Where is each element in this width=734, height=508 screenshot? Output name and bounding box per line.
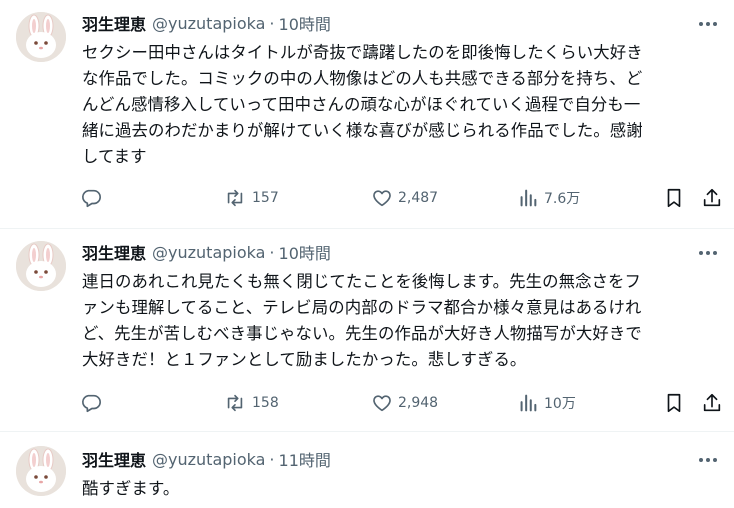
views-count: 7.6万 — [544, 191, 581, 207]
tweet-timestamp[interactable]: 10時間 — [279, 240, 331, 264]
author-handle[interactable]: @yuzutapioka — [152, 14, 265, 33]
tweet-actions: 157 2,487 7.6万 — [80, 186, 725, 210]
retweet-button[interactable]: 157 — [223, 186, 279, 210]
views-button[interactable]: 7.6万 — [517, 186, 580, 210]
like-button[interactable]: 2,948 — [371, 391, 438, 415]
reply-button[interactable] — [80, 186, 102, 210]
like-count: 2,948 — [398, 395, 439, 411]
retweet-icon — [223, 392, 247, 414]
views-icon — [517, 187, 539, 209]
author-name[interactable]: 羽生理恵 — [82, 240, 146, 264]
retweet-button[interactable]: 158 — [223, 391, 279, 415]
tweet-timestamp[interactable]: 10時間 — [279, 11, 331, 35]
tweet-text: セクシー田中さんはタイトルが奇抜で躊躇したのを即後悔したくらい大好き な作品でし… — [82, 40, 722, 170]
author-handle[interactable]: @yuzutapioka — [152, 450, 265, 469]
tweet-actions: 158 2,948 10万 — [80, 391, 725, 415]
like-count: 2,487 — [398, 190, 439, 206]
reply-button[interactable] — [80, 391, 102, 415]
more-dots-icon[interactable] — [696, 241, 720, 265]
separator-dot: · — [269, 449, 275, 469]
views-count: 10万 — [544, 396, 576, 412]
avatar[interactable] — [16, 12, 66, 62]
reply-icon — [80, 187, 102, 209]
tweet[interactable]: 羽生理恵 @yuzutapioka · 10時間 連日のあれこれ見たくも無く閉じ… — [0, 229, 734, 429]
retweet-count: 157 — [252, 190, 279, 206]
more-dots-icon[interactable] — [696, 12, 720, 36]
tweet-text-line: セクシー田中さんはタイトルが奇抜で躊躇したのを即後悔したくらい大好き — [82, 43, 643, 62]
tweet-timestamp[interactable]: 11時間 — [279, 447, 331, 471]
tweet-text-line: 連日のあれこれ見たくも無く閉じてたことを後悔します。先生の無念さをフ — [82, 272, 642, 291]
bookmark-icon — [663, 187, 685, 209]
share-icon — [701, 392, 723, 414]
share-button[interactable] — [701, 186, 723, 210]
bookmark-icon — [663, 392, 685, 414]
like-button[interactable]: 2,487 — [371, 186, 438, 210]
tweet-text-line: 緒に過去のわだかまりが解けていく様な喜びが感じられる作品でした。感謝 — [82, 121, 643, 140]
tweet-text-line: ァンも理解してること、テレビ局の内部のドラマ都合か様々意見はあるけれ — [82, 298, 642, 317]
heart-icon — [371, 392, 393, 414]
tweet-text-line: んどん感情移入していって田中さんの頑な心がほぐれていく過程で自分も一 — [82, 95, 641, 114]
author-name[interactable]: 羽生理恵 — [82, 11, 146, 35]
tweet-text-line: ど、先生が苦しむべき事じゃない。先生の作品が大好き人物描写が大好きで — [82, 324, 642, 343]
tweet[interactable]: 羽生理恵 @yuzutapioka · 11時間 酷すぎます。 — [0, 432, 734, 508]
retweet-icon — [223, 187, 247, 209]
more-dots-icon[interactable] — [696, 448, 720, 472]
tweet[interactable]: 羽生理恵 @yuzutapioka · 10時間 セクシー田中さんはタイトルが奇… — [0, 0, 734, 228]
author-handle[interactable]: @yuzutapioka — [152, 243, 265, 262]
tweet-header: 羽生理恵 @yuzutapioka · 10時間 — [82, 11, 331, 35]
tweet-text-line: な作品でした。コミックの中の人物像はどの人も共感できる部分を持ち、ど — [82, 69, 643, 88]
tweet-text-line: 酷すぎます。 — [82, 479, 180, 498]
tweet-text: 酷すぎます。 — [82, 476, 722, 502]
tweet-text-line: してます — [82, 147, 147, 166]
tweet-text-line: 大好きだ！と１ファンとして励ましたかった。悲しすぎる。 — [82, 350, 527, 369]
views-icon — [517, 392, 539, 414]
tweet-header: 羽生理恵 @yuzutapioka · 10時間 — [82, 240, 331, 264]
bookmark-button[interactable] — [663, 186, 685, 210]
retweet-count: 158 — [252, 395, 279, 411]
reply-icon — [80, 392, 102, 414]
views-button[interactable]: 10万 — [517, 391, 576, 415]
bookmark-button[interactable] — [663, 391, 685, 415]
avatar[interactable] — [16, 241, 66, 291]
separator-dot: · — [269, 13, 275, 33]
author-name[interactable]: 羽生理恵 — [82, 447, 146, 471]
heart-icon — [371, 187, 393, 209]
tweet-header: 羽生理恵 @yuzutapioka · 11時間 — [82, 447, 331, 471]
tweet-text: 連日のあれこれ見たくも無く閉じてたことを後悔します。先生の無念さをフ ァンも理解… — [82, 269, 722, 373]
share-icon — [701, 187, 723, 209]
avatar[interactable] — [16, 446, 66, 496]
separator-dot: · — [269, 242, 275, 262]
share-button[interactable] — [701, 391, 723, 415]
